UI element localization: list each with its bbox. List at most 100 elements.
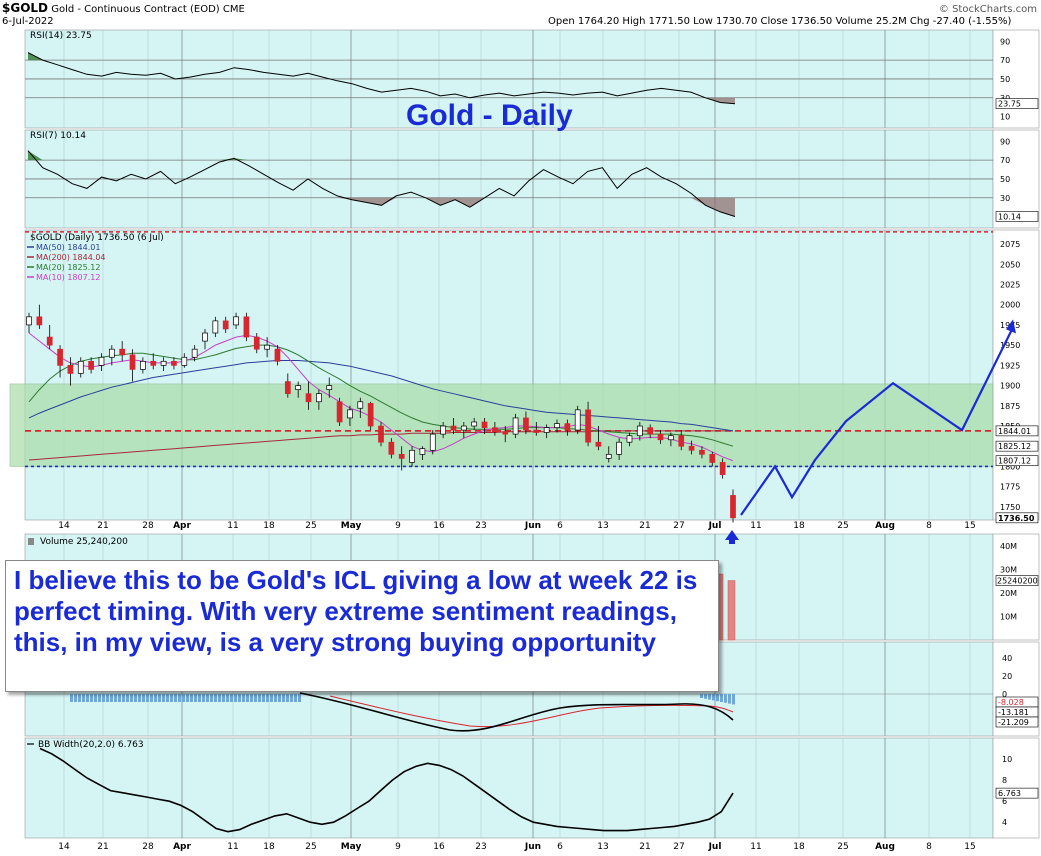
x-tick-label: 21 [97, 521, 108, 531]
annotation-callout: I believe this to be Gold's ICL giving a… [5, 560, 719, 692]
x-tick-label: 6 [557, 521, 563, 531]
x-tick-label: May [341, 842, 362, 852]
candle [253, 336, 260, 350]
osc-histogram-bar [174, 694, 177, 702]
volume-y-tick: 10M [1000, 612, 1017, 621]
candle [502, 431, 509, 435]
osc-y-tick: 20 [1002, 672, 1012, 681]
candle [699, 449, 705, 455]
osc-histogram-bar [700, 694, 703, 698]
x-tick-label: 16 [433, 521, 445, 531]
candle [533, 429, 540, 433]
x-tick-label: 18 [793, 842, 805, 852]
osc-histogram-bar [74, 694, 77, 702]
candle [440, 425, 446, 435]
candle [409, 449, 415, 463]
candle [481, 421, 488, 428]
candle [626, 435, 633, 443]
osc-histogram-bar [728, 694, 731, 704]
osc-histogram-bar [290, 694, 293, 702]
x-tick-label: 9 [395, 842, 401, 852]
bbw-y-tick: 8 [1002, 776, 1007, 785]
osc-histogram-bar [270, 694, 273, 702]
x-tick-label: 28 [142, 842, 154, 852]
osc-histogram-bar [194, 694, 197, 702]
osc-histogram-bar [82, 694, 85, 702]
x-tick-label: 18 [263, 842, 275, 852]
price-y-tick: 2075 [1000, 240, 1020, 249]
symbol: $GOLD [2, 1, 49, 15]
price-y-tick: 2050 [1000, 260, 1020, 269]
x-tick-label: 21 [639, 521, 650, 531]
candle [688, 445, 695, 451]
legend-label: MA(50) 1844.01 [36, 243, 100, 252]
chart-title: Gold - Daily [406, 99, 573, 132]
osc-histogram-bar [286, 694, 289, 702]
osc-histogram-bar [254, 694, 257, 702]
symbol-description: Gold - Continuous Contract (EOD) [51, 4, 220, 15]
x-tick-label: Jul [708, 842, 722, 852]
candle [57, 348, 63, 366]
x-tick-label: Jun [524, 521, 541, 531]
osc-histogram-bar [70, 694, 73, 702]
y-tick-label: 10 [1000, 113, 1010, 122]
candle [191, 348, 198, 358]
price-y-tick: 2025 [1000, 280, 1020, 289]
candle [326, 385, 333, 390]
osc-histogram-bar [158, 694, 161, 702]
osc-histogram-bar [226, 694, 229, 702]
osc-histogram-bar [724, 694, 727, 703]
candle [512, 417, 519, 435]
x-tick-label: 11 [227, 521, 238, 531]
osc-histogram-bar [274, 694, 277, 702]
osc-histogram-bar [278, 694, 281, 702]
axis-background [992, 229, 1040, 521]
osc-histogram-bar [230, 694, 233, 702]
x-tick-label: 11 [227, 842, 238, 852]
x-tick-label: 6 [557, 842, 563, 852]
y-tick-label: 70 [1000, 156, 1010, 165]
candle [378, 425, 384, 443]
candle [347, 409, 353, 419]
stockcharts-brand[interactable]: © StockCharts.com [939, 4, 1037, 15]
x-tick-label: Jul [708, 521, 722, 531]
candle [26, 316, 32, 326]
x-tick-label: 15 [964, 521, 975, 531]
osc-histogram-bar [720, 694, 723, 702]
price-y-tick: 1925 [1000, 361, 1020, 370]
candle [222, 320, 229, 330]
candle [419, 448, 426, 455]
candle [295, 385, 302, 390]
osc-histogram-bar [178, 694, 181, 702]
legend-label: MA(20) 1825.12 [36, 263, 100, 272]
x-tick-label: Apr [173, 521, 191, 531]
candle [336, 401, 343, 423]
bbw-y-tick: 10 [1002, 755, 1012, 764]
candle [668, 435, 674, 441]
osc-histogram-bar [206, 694, 209, 702]
callout-text: I believe this to be Gold's ICL giving a… [14, 565, 698, 657]
x-tick-label: 18 [793, 521, 805, 531]
rsi-label: RSI(14) 23.75 [30, 31, 92, 41]
y-tick-label: 90 [1000, 37, 1010, 46]
osc-histogram-bar [122, 694, 125, 702]
y-tick-label: 70 [1000, 56, 1010, 65]
candle [367, 403, 374, 427]
osc-histogram-bar [298, 694, 301, 702]
candle [160, 360, 167, 366]
price-y-tick: 1775 [1000, 483, 1020, 492]
osc-histogram-bar [704, 694, 707, 699]
osc-histogram-bar [78, 694, 81, 702]
price-value-label: 1825.12 [998, 442, 1031, 451]
bbw-value-label: 6.763 [998, 789, 1021, 798]
candle [305, 393, 312, 403]
osc-histogram-bar [114, 694, 117, 702]
osc-histogram-bar [202, 694, 205, 702]
volume-swatch [28, 538, 34, 545]
candle [595, 441, 602, 447]
candle [492, 427, 498, 433]
osc-histogram-bar [266, 694, 269, 702]
candle [67, 365, 74, 374]
osc-histogram-bar [246, 694, 249, 702]
candle [129, 354, 136, 370]
